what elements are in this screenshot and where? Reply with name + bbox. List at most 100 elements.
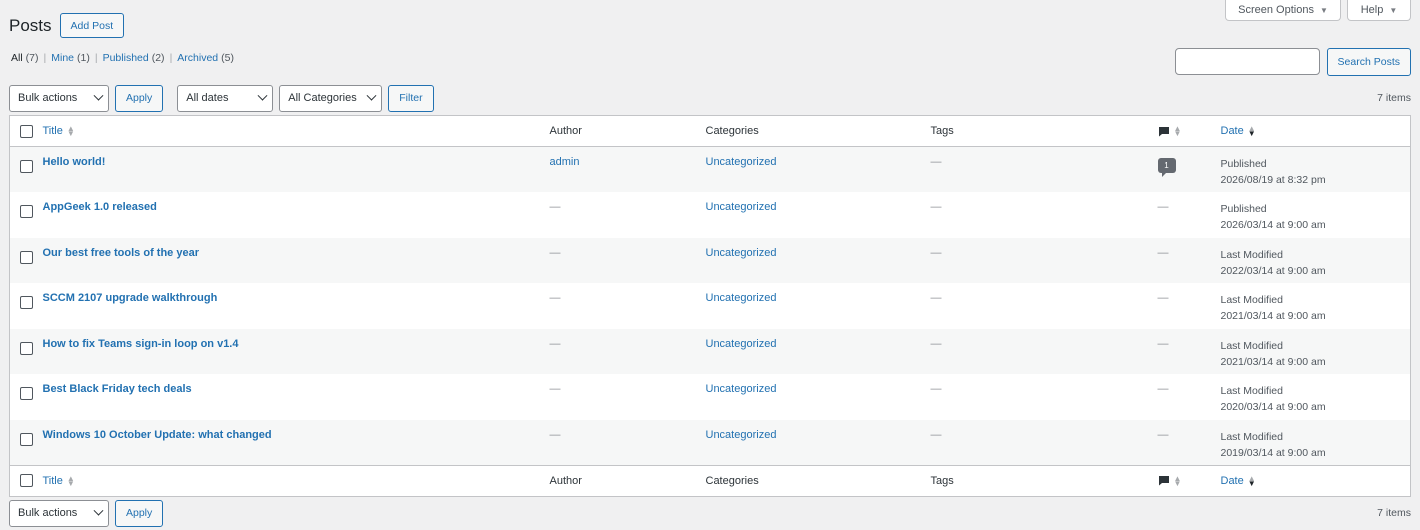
- category-link[interactable]: Uncategorized: [706, 156, 777, 168]
- author-link[interactable]: admin: [550, 156, 580, 168]
- screen-options-label: Screen Options: [1238, 4, 1314, 16]
- screen-options-button[interactable]: Screen Options ▼: [1225, 0, 1341, 21]
- tablenav-top: Bulk actions Apply All dates All Categor…: [9, 84, 1411, 112]
- post-title-link[interactable]: How to fix Teams sign-in loop on v1.4: [43, 338, 239, 350]
- chevron-down-icon: [366, 90, 377, 101]
- column-title[interactable]: Title ▲ ▼: [43, 116, 550, 147]
- tags-value: —: [930, 383, 942, 395]
- row-checkbox[interactable]: [20, 250, 33, 264]
- table-row: How to fix Teams sign-in loop on v1.4 — …: [9, 328, 1411, 375]
- column-title[interactable]: Title ▲ ▼: [43, 465, 550, 496]
- title-cell: AppGeek 1.0 released: [43, 192, 550, 238]
- author-value: —: [549, 246, 561, 259]
- chevron-down-icon: ▼: [1319, 5, 1328, 15]
- table-header-row: Title ▲ ▼ Author Categories Tags ▲ ▼ Date ▲ ▼: [9, 116, 1411, 147]
- view-published-link[interactable]: Published: [103, 52, 149, 64]
- category-link[interactable]: Uncategorized: [706, 383, 777, 395]
- column-title-label[interactable]: Title: [43, 475, 63, 487]
- category-link[interactable]: Uncategorized: [706, 201, 777, 213]
- categories-filter-select[interactable]: All Categories: [279, 84, 383, 112]
- column-date-label[interactable]: Date: [1221, 475, 1244, 487]
- row-checkbox[interactable]: [20, 341, 33, 355]
- dates-filter-select[interactable]: All dates: [177, 84, 274, 112]
- page-heading: Posts Add Post: [9, 13, 125, 38]
- row-checkbox[interactable]: [20, 387, 33, 400]
- post-status: Published: [1220, 158, 1267, 170]
- table-row: Hello world! admin Uncategorized — 1 Pub…: [9, 146, 1411, 193]
- post-title-link[interactable]: Hello world!: [43, 156, 106, 168]
- row-checkbox[interactable]: [20, 296, 33, 309]
- tags-cell: —: [931, 238, 1158, 284]
- row-checkbox-cell: [10, 374, 43, 420]
- view-all-label: All: [11, 52, 23, 64]
- category-link[interactable]: Uncategorized: [706, 338, 777, 350]
- bulk-actions-select[interactable]: Bulk actions: [9, 84, 109, 112]
- search-input[interactable]: [1174, 48, 1320, 75]
- sort-icon: ▲ ▼: [1247, 124, 1256, 139]
- column-date[interactable]: Date ▲ ▼: [1221, 116, 1411, 147]
- comment-count-bubble[interactable]: 1: [1157, 158, 1176, 177]
- search-posts-button[interactable]: Search Posts: [1326, 48, 1411, 76]
- column-tags: Tags: [930, 125, 954, 137]
- view-archived-link[interactable]: Archived: [177, 52, 218, 64]
- column-date-label[interactable]: Date: [1221, 125, 1244, 137]
- date-cell: Last Modified 2022/03/14 at 9:00 am: [1221, 238, 1411, 284]
- category-link[interactable]: Uncategorized: [706, 429, 777, 441]
- author-value: —: [549, 337, 561, 350]
- author-cell: admin: [550, 147, 706, 193]
- posts-table: Title ▲ ▼ Author Categories Tags ▲ ▼ Date ▲ ▼…: [9, 115, 1411, 497]
- tags-value: —: [930, 337, 942, 350]
- separator: |: [94, 52, 98, 64]
- column-tags: Tags: [930, 474, 954, 487]
- date-cell: Last Modified 2021/03/14 at 9:00 am: [1221, 329, 1411, 375]
- view-published-count: (2): [151, 52, 165, 64]
- comments-cell: —: [1158, 283, 1221, 329]
- select-all-checkbox[interactable]: [20, 124, 33, 138]
- apply-button[interactable]: Apply: [115, 499, 164, 527]
- title-cell: SCCM 2107 upgrade walkthrough: [43, 283, 550, 329]
- column-comments[interactable]: ▲ ▼: [1158, 116, 1221, 147]
- view-mine-count: (1): [77, 52, 90, 64]
- title-cell: Hello world!: [43, 147, 550, 193]
- date-cell: Last Modified 2021/03/14 at 9:00 am: [1221, 283, 1411, 329]
- add-post-button[interactable]: Add Post: [59, 13, 125, 38]
- categories-cell: Uncategorized: [706, 374, 931, 420]
- title-cell: How to fix Teams sign-in loop on v1.4: [43, 329, 550, 375]
- row-checkbox[interactable]: [20, 205, 33, 218]
- post-status: Last Modified: [1220, 294, 1283, 306]
- column-title-label[interactable]: Title: [43, 125, 63, 137]
- row-checkbox[interactable]: [20, 432, 33, 446]
- row-checkbox-cell: [10, 192, 43, 238]
- column-categories: Categories: [705, 474, 759, 487]
- post-title-link[interactable]: Windows 10 October Update: what changed: [43, 429, 272, 441]
- author-cell: —: [550, 192, 706, 238]
- column-date[interactable]: Date ▲ ▼: [1221, 465, 1411, 496]
- post-title-link[interactable]: SCCM 2107 upgrade walkthrough: [43, 292, 218, 304]
- author-cell: —: [550, 420, 706, 466]
- view-mine-link[interactable]: Mine: [51, 52, 74, 64]
- tags-cell: —: [931, 329, 1158, 375]
- category-link[interactable]: Uncategorized: [706, 247, 777, 259]
- table-row: Our best free tools of the year — Uncate…: [9, 237, 1411, 284]
- category-link[interactable]: Uncategorized: [706, 292, 777, 304]
- apply-button[interactable]: Apply: [115, 84, 164, 112]
- column-author: Author: [549, 474, 582, 487]
- tags-cell: —: [931, 147, 1158, 193]
- post-status-filters: All (7) | Mine (1) | Published (2) | Archiv…: [11, 52, 234, 64]
- column-comments[interactable]: ▲ ▼: [1158, 465, 1221, 496]
- select-all-checkbox[interactable]: [20, 474, 33, 487]
- date-cell: Last Modified 2019/03/14 at 9:00 am: [1221, 420, 1411, 466]
- filter-button[interactable]: Filter: [388, 84, 434, 112]
- separator: |: [43, 52, 47, 64]
- post-title-link[interactable]: Our best free tools of the year: [43, 247, 199, 259]
- post-status: Last Modified: [1220, 385, 1283, 397]
- author-cell: —: [550, 329, 706, 375]
- title-cell: Best Black Friday tech deals: [43, 374, 550, 420]
- bulk-actions-select[interactable]: Bulk actions: [9, 499, 109, 527]
- view-all-link[interactable]: All: [11, 52, 23, 64]
- items-count: 7 items: [1377, 92, 1411, 104]
- help-button[interactable]: Help ▼: [1347, 0, 1411, 21]
- row-checkbox[interactable]: [20, 160, 33, 173]
- post-title-link[interactable]: Best Black Friday tech deals: [43, 383, 192, 395]
- post-title-link[interactable]: AppGeek 1.0 released: [43, 201, 157, 213]
